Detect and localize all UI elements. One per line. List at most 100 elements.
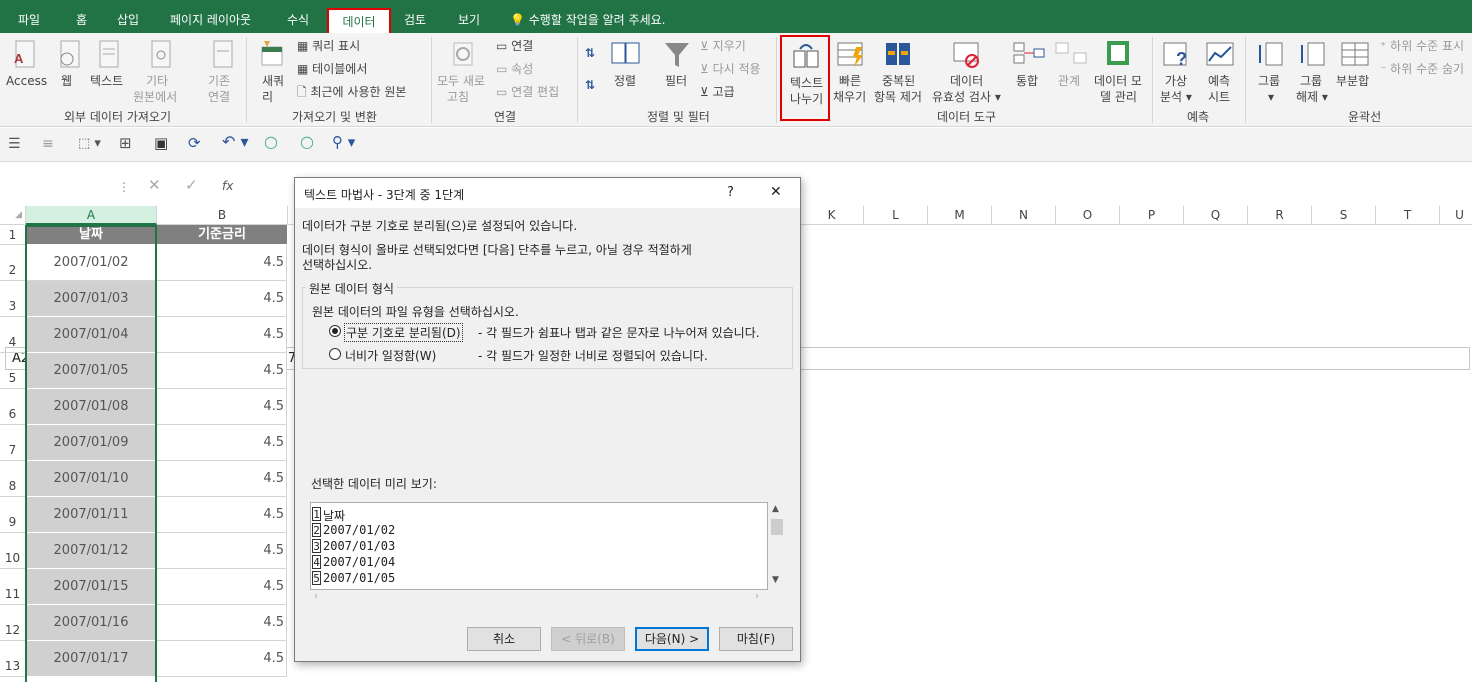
row-header[interactable]: 7 [0,425,25,461]
forecast-sheet-label-2[interactable]: 시트 [1208,89,1230,105]
reapply-button[interactable]: ⊻ 다시 적용 [700,61,761,77]
column-header-m[interactable]: M [928,206,992,225]
table-cell-date[interactable]: 2007/01/09 [26,425,156,461]
tell-me-search[interactable]: 💡 수행할 작업을 알려 주세요. [510,0,665,33]
table-cell-rate[interactable]: 4.5 [157,497,287,533]
enter-icon[interactable]: ✓ [185,177,198,193]
grid-icon[interactable]: ⊞ [119,135,132,151]
column-header-s[interactable]: S [1312,206,1376,225]
column-header-b[interactable]: B [157,206,288,225]
tab-view[interactable]: 보기 [458,0,480,33]
row-header[interactable]: 11 [0,569,25,605]
remove-duplicates-label-1[interactable]: 중복된 [882,73,915,89]
table-cell-date[interactable]: 2007/01/10 [26,461,156,497]
table-cell-rate[interactable]: 4.5 [157,641,287,677]
help-button[interactable]: ? [727,185,734,200]
table-cell-date[interactable]: 2007/01/05 [26,353,156,389]
table-cell-date[interactable]: 2007/01/15 [26,569,156,605]
new-query-label-2[interactable]: 리 [262,89,273,105]
column-header-n[interactable]: N [992,206,1056,225]
cancel-icon[interactable]: ✕ [148,177,161,193]
circle-icon[interactable]: ○ [264,134,278,150]
radio-fixed-width-label[interactable]: 너비가 일정함(W) [345,347,436,364]
from-table-button[interactable]: ▦ 테이블에서 [297,61,367,77]
other-sources-label-1[interactable]: 기타 [146,73,168,89]
column-header-k[interactable]: K [800,206,864,225]
column-header-t[interactable]: T [1376,206,1440,225]
table-cell-rate[interactable]: 4.5 [157,425,287,461]
frame-icon[interactable]: ▣ [154,135,168,151]
radio-fixed-width[interactable] [329,348,341,360]
scroll-up-icon[interactable]: ▲ [772,504,779,514]
clear-filter-button[interactable]: ⊻ 지우기 [700,38,746,54]
edit-links-button[interactable]: ▭ 연결 편집 [496,84,559,100]
table-cell-rate[interactable]: 4.5 [157,605,287,641]
cell-a2[interactable]: 2007/01/02 [26,245,156,281]
refresh-all-label-2[interactable]: 고침 [447,89,469,105]
remove-duplicates-label-2[interactable]: 항목 제거 [874,89,922,105]
row-header[interactable]: 3 [0,281,25,317]
borders-icon[interactable]: ⬚ ▾ [78,136,101,152]
existing-connections-label-2[interactable]: 연결 [208,89,230,105]
existing-connections-label-1[interactable]: 기존 [208,73,230,89]
what-if-label-2[interactable]: 분석 ▾ [1160,89,1192,105]
table-cell-rate[interactable]: 4.5 [157,569,287,605]
cell-b2[interactable]: 4.5 [157,245,287,281]
undo-icon[interactable]: ↶ ▾ [222,134,249,150]
more-options-icon[interactable]: ⋮ [118,179,130,195]
flash-fill-label-1[interactable]: 빠른 [839,73,861,89]
column-header-r[interactable]: R [1248,206,1312,225]
preview-horizontal-scrollbar[interactable]: ‹ › [310,590,768,606]
preview-box[interactable]: 1 날짜 2 2007/01/02 3 2007/01/03 4 2007/01… [310,502,768,590]
data-model-label-2[interactable]: 델 관리 [1100,89,1137,105]
web-button[interactable]: 웹 [61,73,72,89]
tab-insert[interactable]: 삽입 [117,0,139,33]
column-header-q[interactable]: Q [1184,206,1248,225]
data-validation-label-1[interactable]: 데이터 [950,73,983,89]
close-button[interactable]: ✕ [770,184,782,200]
table-cell-date[interactable]: 2007/01/04 [26,317,156,353]
header-cell-date[interactable]: 날짜 [26,225,156,244]
table-cell-date[interactable]: 2007/01/11 [26,497,156,533]
table-cell-rate[interactable]: 4.5 [157,461,287,497]
filter-button[interactable]: 필터 [665,73,687,89]
other-sources-label-2[interactable]: 원본에서 [133,89,177,105]
column-header-p[interactable]: P [1120,206,1184,225]
row-header[interactable]: 9 [0,497,25,533]
row-header[interactable]: 4 [0,317,25,353]
show-queries-button[interactable]: ▦ 쿼리 표시 [297,38,360,54]
sort-button[interactable]: 정렬 [614,73,636,89]
group-button-label[interactable]: 그룹 [1258,73,1280,89]
refresh-icon[interactable]: ⟳ [188,135,201,151]
search-icon[interactable]: ⚲ ▾ [332,134,355,150]
row-header[interactable]: 10 [0,533,25,569]
tab-home[interactable]: 홈 [76,0,87,33]
recent-sources-button[interactable]: 🗋 최근에 사용한 원본 [297,84,406,100]
align-icon[interactable]: ≡ [42,136,54,152]
subtotal-button[interactable]: 부분합 [1336,73,1369,89]
column-header-l[interactable]: L [864,206,928,225]
row-header[interactable]: 12 [0,605,25,641]
what-if-label-1[interactable]: 가상 [1165,73,1187,89]
row-header[interactable]: 1 [0,225,25,245]
flash-fill-label-2[interactable]: 채우기 [833,89,866,105]
refresh-all-label-1[interactable]: 모두 새로 [437,73,485,89]
column-header-u[interactable]: U [1440,206,1472,225]
row-header[interactable]: 2 [0,245,25,281]
text-button[interactable]: 텍스트 [90,73,123,89]
scroll-left-icon[interactable]: ‹ [314,591,318,602]
tab-page-layout[interactable]: 페이지 레이아웃 [170,0,251,33]
hide-detail-button[interactable]: ⁻ 하위 수준 숨기 [1380,61,1464,77]
text-to-columns-button[interactable]: 텍스트 나누기 [780,35,830,121]
table-cell-rate[interactable]: 4.5 [157,353,287,389]
show-detail-button[interactable]: ⁺ 하위 수준 표시 [1380,38,1464,54]
scroll-thumb[interactable] [771,519,783,535]
back-button[interactable]: < 뒤로(B) [551,627,625,651]
table-cell-rate[interactable]: 4.5 [157,281,287,317]
column-header-a[interactable]: A [26,206,157,225]
scroll-right-icon[interactable]: › [755,591,759,602]
insert-function-icon[interactable]: fx [222,178,233,194]
header-cell-rate[interactable]: 기준금리 [157,225,287,244]
properties-button[interactable]: ▭ 속성 [496,61,533,77]
table-cell-rate[interactable]: 4.5 [157,389,287,425]
